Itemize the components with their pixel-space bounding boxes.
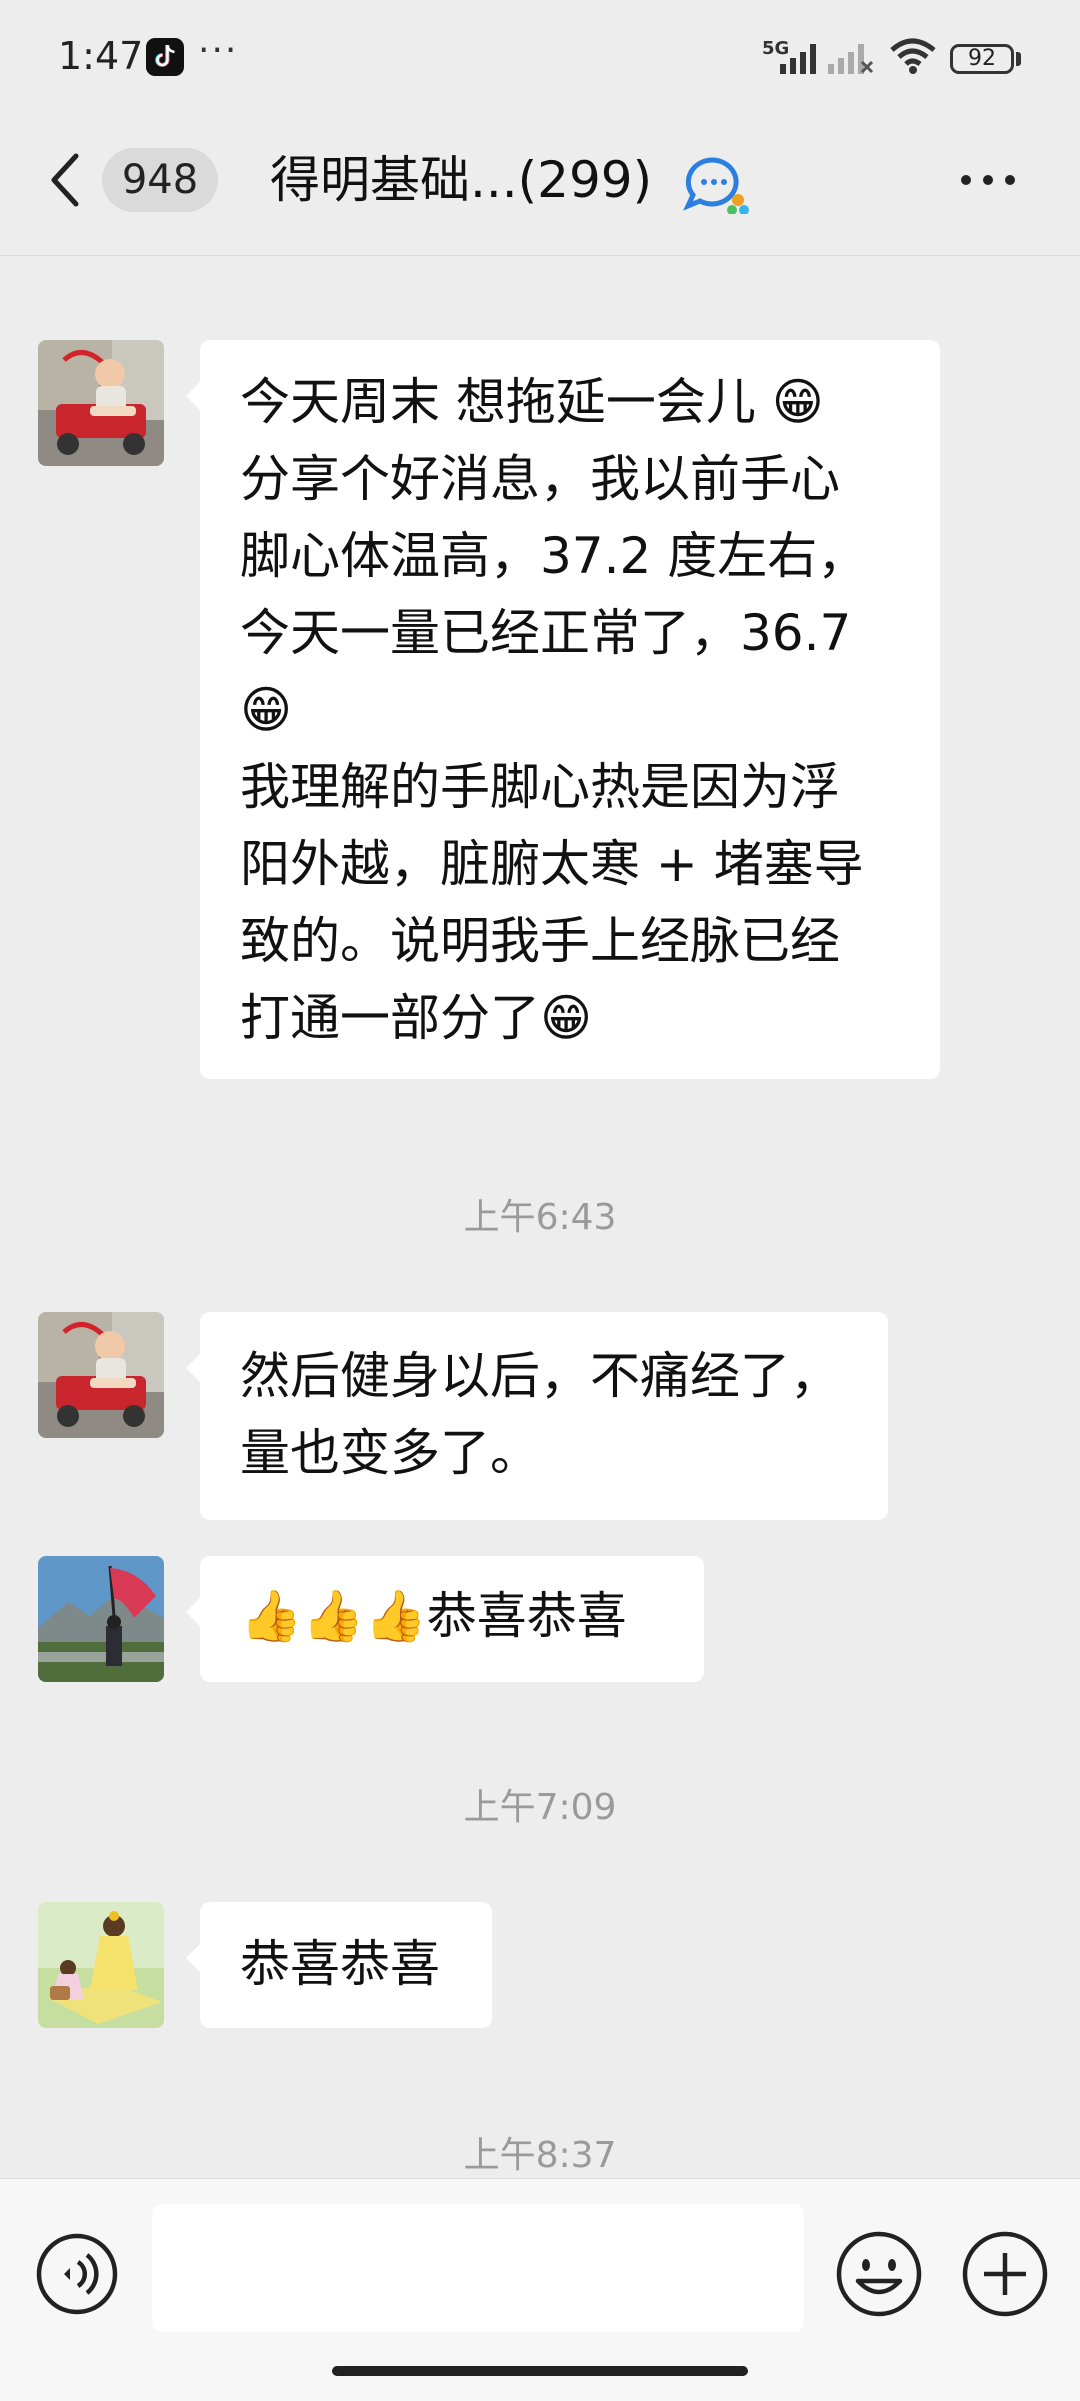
- message-line: 今天周末 想拖延一会儿 😁: [240, 373, 824, 431]
- message-bubble[interactable]: 今天周末 想拖延一会儿 😁 分享个好消息，我以前手心 脚心体温高，37.2 度左…: [186, 340, 940, 1079]
- message-line: 恭喜恭喜: [240, 1935, 440, 1993]
- message-line: 分享个好消息，我以前手心: [240, 450, 840, 508]
- message-bubble[interactable]: 恭喜恭喜: [186, 1902, 492, 2028]
- signal-2-icon: [828, 44, 874, 74]
- signal-5g-icon: 5G: [762, 38, 816, 74]
- message-line: 然后健身以后，不痛经了，: [240, 1347, 840, 1405]
- message-line: 量也变多了。: [240, 1424, 540, 1482]
- message-line: 👍👍👍恭喜恭喜: [240, 1587, 627, 1645]
- battery-level: 92: [968, 46, 996, 71]
- baby-in-wagon-avatar: [38, 1312, 164, 1438]
- home-indicator[interactable]: [332, 2366, 748, 2376]
- tiktok-icon: [146, 38, 184, 76]
- timestamp: 上午8:37: [463, 2135, 617, 2176]
- person-with-flag-avatar: [38, 1556, 164, 1682]
- timestamp: 上午6:43: [463, 1197, 617, 1238]
- message-bubble[interactable]: 然后健身以后，不痛经了， 量也变多了。: [186, 1312, 888, 1520]
- network-label: 5G: [762, 38, 789, 59]
- baby-in-wagon-avatar: [38, 340, 164, 466]
- avatar[interactable]: [38, 1556, 164, 1682]
- avatar[interactable]: [38, 340, 164, 466]
- avatar[interactable]: [38, 1312, 164, 1438]
- message-line: 致的。说明我手上经脉已经: [240, 912, 840, 970]
- message-line: 阳外越，脏腑太寒 + 堵塞导: [240, 835, 864, 893]
- wifi-icon: [890, 38, 936, 74]
- message-line: 脚心体温高，37.2 度左右，: [240, 527, 868, 585]
- battery-tip: [1016, 52, 1021, 66]
- message-line: 今天一量已经正常了，36.7: [240, 604, 852, 662]
- unread-count-badge[interactable]: 948: [102, 148, 218, 212]
- more-icon[interactable]: [958, 160, 1018, 200]
- voice-icon[interactable]: [34, 2231, 120, 2317]
- chat-header: 948 得明基础...(299): [0, 120, 1080, 256]
- message-line: 打通一部分了😁: [240, 989, 593, 1047]
- emoji-icon[interactable]: [834, 2229, 924, 2319]
- timestamp: 上午7:09: [463, 1787, 617, 1828]
- message-line: 我理解的手脚心热是因为浮: [240, 758, 840, 816]
- battery-indicator: 92: [950, 44, 1014, 74]
- girls-picnic-avatar: [38, 1902, 164, 2028]
- message-input[interactable]: [152, 2204, 804, 2332]
- message-line: 😁: [240, 681, 293, 739]
- back-arrow-icon[interactable]: [48, 150, 84, 210]
- message-bubble[interactable]: 👍👍👍恭喜恭喜: [186, 1556, 704, 1682]
- avatar[interactable]: [38, 1902, 164, 2028]
- plus-icon[interactable]: [960, 2229, 1050, 2319]
- status-overflow-dots: ···: [198, 30, 239, 71]
- chat-title: 得明基础...(299): [270, 151, 653, 209]
- group-chat-icon[interactable]: [682, 154, 754, 214]
- status-time: 1:47: [58, 34, 144, 78]
- status-bar: 1:47 ··· 5G 92: [0, 0, 1080, 120]
